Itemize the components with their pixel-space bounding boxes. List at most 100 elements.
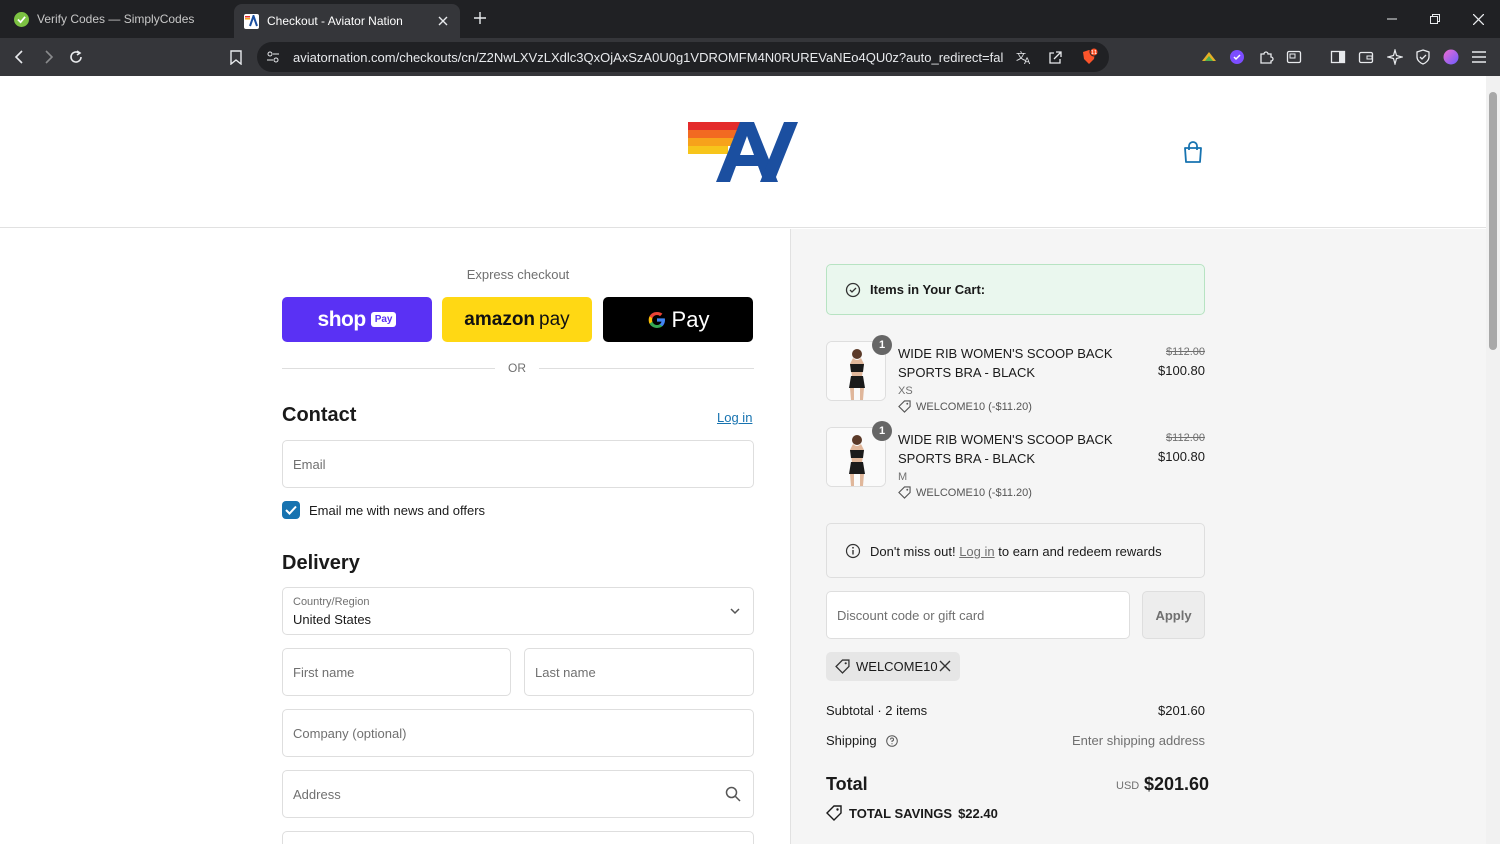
menu-icon[interactable] [1469,47,1489,67]
sidebar-toggle-icon[interactable] [1328,47,1348,67]
email-placeholder: Email [293,457,326,472]
apartment-field[interactable] [282,831,754,844]
site-settings-icon[interactable] [265,49,281,65]
subtotal-row: Subtotal · 2 items $201.60 [826,703,1205,718]
newsletter-label[interactable]: Email me with news and offers [309,503,485,518]
divider-right [539,368,754,369]
currency-code: USD [1116,780,1140,792]
url-text[interactable]: aviatornation.com/checkouts/cn/Z2NwLXVzL… [293,50,1003,65]
discounted-price: $100.80 [1158,363,1205,378]
tab-search-icon[interactable] [1284,47,1304,67]
line-discount: WELCOME10 (-$11.20) [898,486,1032,499]
express-checkout-label: Express checkout [466,267,570,282]
rewards-notice: Don't miss out! Log in to earn and redee… [826,523,1205,578]
translate-icon[interactable]: 文A [1015,48,1033,66]
aviator-favicon-icon [244,13,259,29]
cart-banner-text: Items in Your Cart: [870,282,986,297]
close-tab-icon[interactable] [436,14,450,28]
company-field[interactable]: Company (optional) [282,709,754,757]
tag-icon [898,486,911,499]
cart-line-item: 1 WIDE RIB WOMEN'S SCOOP BACK SPORTS BRA… [826,335,1205,421]
address-field[interactable]: Address [282,770,754,818]
subtotal-label: Subtotal · 2 items [826,703,928,718]
help-icon[interactable] [886,735,899,747]
google-pay-button[interactable]: Pay [603,297,753,342]
scrollbar-thumb[interactable] [1489,92,1497,350]
product-name: WIDE RIB WOMEN'S SCOOP BACK SPORTS BRA -… [898,432,1113,466]
svg-text:A: A [1024,57,1031,65]
total-label: Total [826,774,868,794]
page-scrollbar[interactable] [1486,76,1500,844]
last-name-field[interactable]: Last name [524,648,754,696]
new-tab-button[interactable] [470,8,490,28]
checkmark-icon [285,505,297,515]
shields-badge-count: 11 [1091,50,1097,56]
search-icon [725,786,741,802]
line-discount-text: WELCOME10 (-$11.20) [916,400,1032,413]
first-name-placeholder: First name [293,665,355,680]
discounted-price: $100.80 [1158,449,1205,464]
product-variant: XS [898,385,913,397]
address-bar[interactable]: aviatornation.com/checkouts/cn/Z2NwLXVzL… [257,42,1109,72]
tab-title: Checkout - Aviator Nation [267,14,403,28]
check-circle-icon [845,282,861,298]
discount-code-input[interactable]: Discount code or gift card [826,591,1130,639]
amazon-pay-button[interactable]: amazon pay [442,297,592,342]
rewards-login-link[interactable]: Log in [959,544,994,559]
profile-avatar-icon[interactable] [1441,47,1461,67]
vpn-shield-icon[interactable] [1413,47,1433,67]
extensions-puzzle-icon[interactable] [1256,47,1276,67]
country-label: Country/Region [293,596,370,608]
cart-line-item: 1 WIDE RIB WOMEN'S SCOOP BACK SPORTS BRA… [826,421,1205,507]
browser-tab-bar: Verify Codes — SimplyCodes Checkout - Av… [0,0,1500,38]
wallet-icon[interactable] [1356,47,1376,67]
info-icon [845,543,861,559]
leo-ai-icon[interactable] [1385,47,1405,67]
extension-purple-icon[interactable] [1227,47,1247,67]
close-window-button[interactable] [1467,8,1489,30]
amazon-pay-label: pay [539,308,570,330]
restore-window-button[interactable] [1424,8,1446,30]
bookmark-icon[interactable] [224,45,248,69]
contact-heading: Contact [282,404,357,426]
rewards-text: Don't miss out! Log in to earn and redee… [870,544,1162,559]
company-placeholder: Company (optional) [293,726,407,741]
chevron-down-icon [730,608,740,615]
divider-left [282,368,495,369]
tab-title: Verify Codes — SimplyCodes [37,12,195,26]
shop-pay-wordmark: shop [317,307,367,331]
original-price: $112.00 [1166,432,1205,444]
country-select[interactable]: Country/Region United States [282,587,754,635]
savings-value: $22.40 [958,805,998,821]
cart-banner: Items in Your Cart: [826,264,1205,315]
savings-label: TOTAL SAVINGS [849,805,953,821]
forward-button[interactable] [36,45,60,69]
last-name-placeholder: Last name [535,665,596,680]
apply-discount-button[interactable]: Apply [1142,591,1205,639]
tab-simplycodes[interactable]: Verify Codes — SimplyCodes [6,4,230,34]
share-icon[interactable] [1046,48,1064,66]
shipping-label: Shipping [826,733,877,748]
applied-discount-chip: WELCOME10 [826,652,960,681]
minimize-window-button[interactable] [1381,8,1403,30]
product-name: WIDE RIB WOMEN'S SCOOP BACK SPORTS BRA -… [898,346,1113,380]
tab-checkout[interactable]: Checkout - Aviator Nation [234,4,460,38]
email-field[interactable]: Email [282,440,754,488]
extension-rainbow-icon[interactable] [1199,47,1219,67]
subtotal-value: $201.60 [1158,703,1205,718]
back-button[interactable] [8,45,32,69]
quantity-badge: 1 [872,335,892,355]
simplycodes-favicon-icon [14,11,29,27]
newsletter-checkbox[interactable] [282,501,300,519]
shop-pay-button[interactable]: shop Pay [282,297,432,342]
brave-shields-icon[interactable]: 11 [1080,48,1098,66]
line-discount-text: WELCOME10 (-$11.20) [916,486,1032,499]
reload-button[interactable] [64,45,88,69]
remove-discount-icon[interactable] [939,660,951,672]
discount-code-placeholder: Discount code or gift card [837,608,985,623]
delivery-heading: Delivery [282,552,360,574]
shop-pay-badge: Pay [370,312,397,327]
login-link[interactable]: Log in [717,410,752,425]
applied-code-text: WELCOME10 [856,659,938,674]
first-name-field[interactable]: First name [282,648,511,696]
